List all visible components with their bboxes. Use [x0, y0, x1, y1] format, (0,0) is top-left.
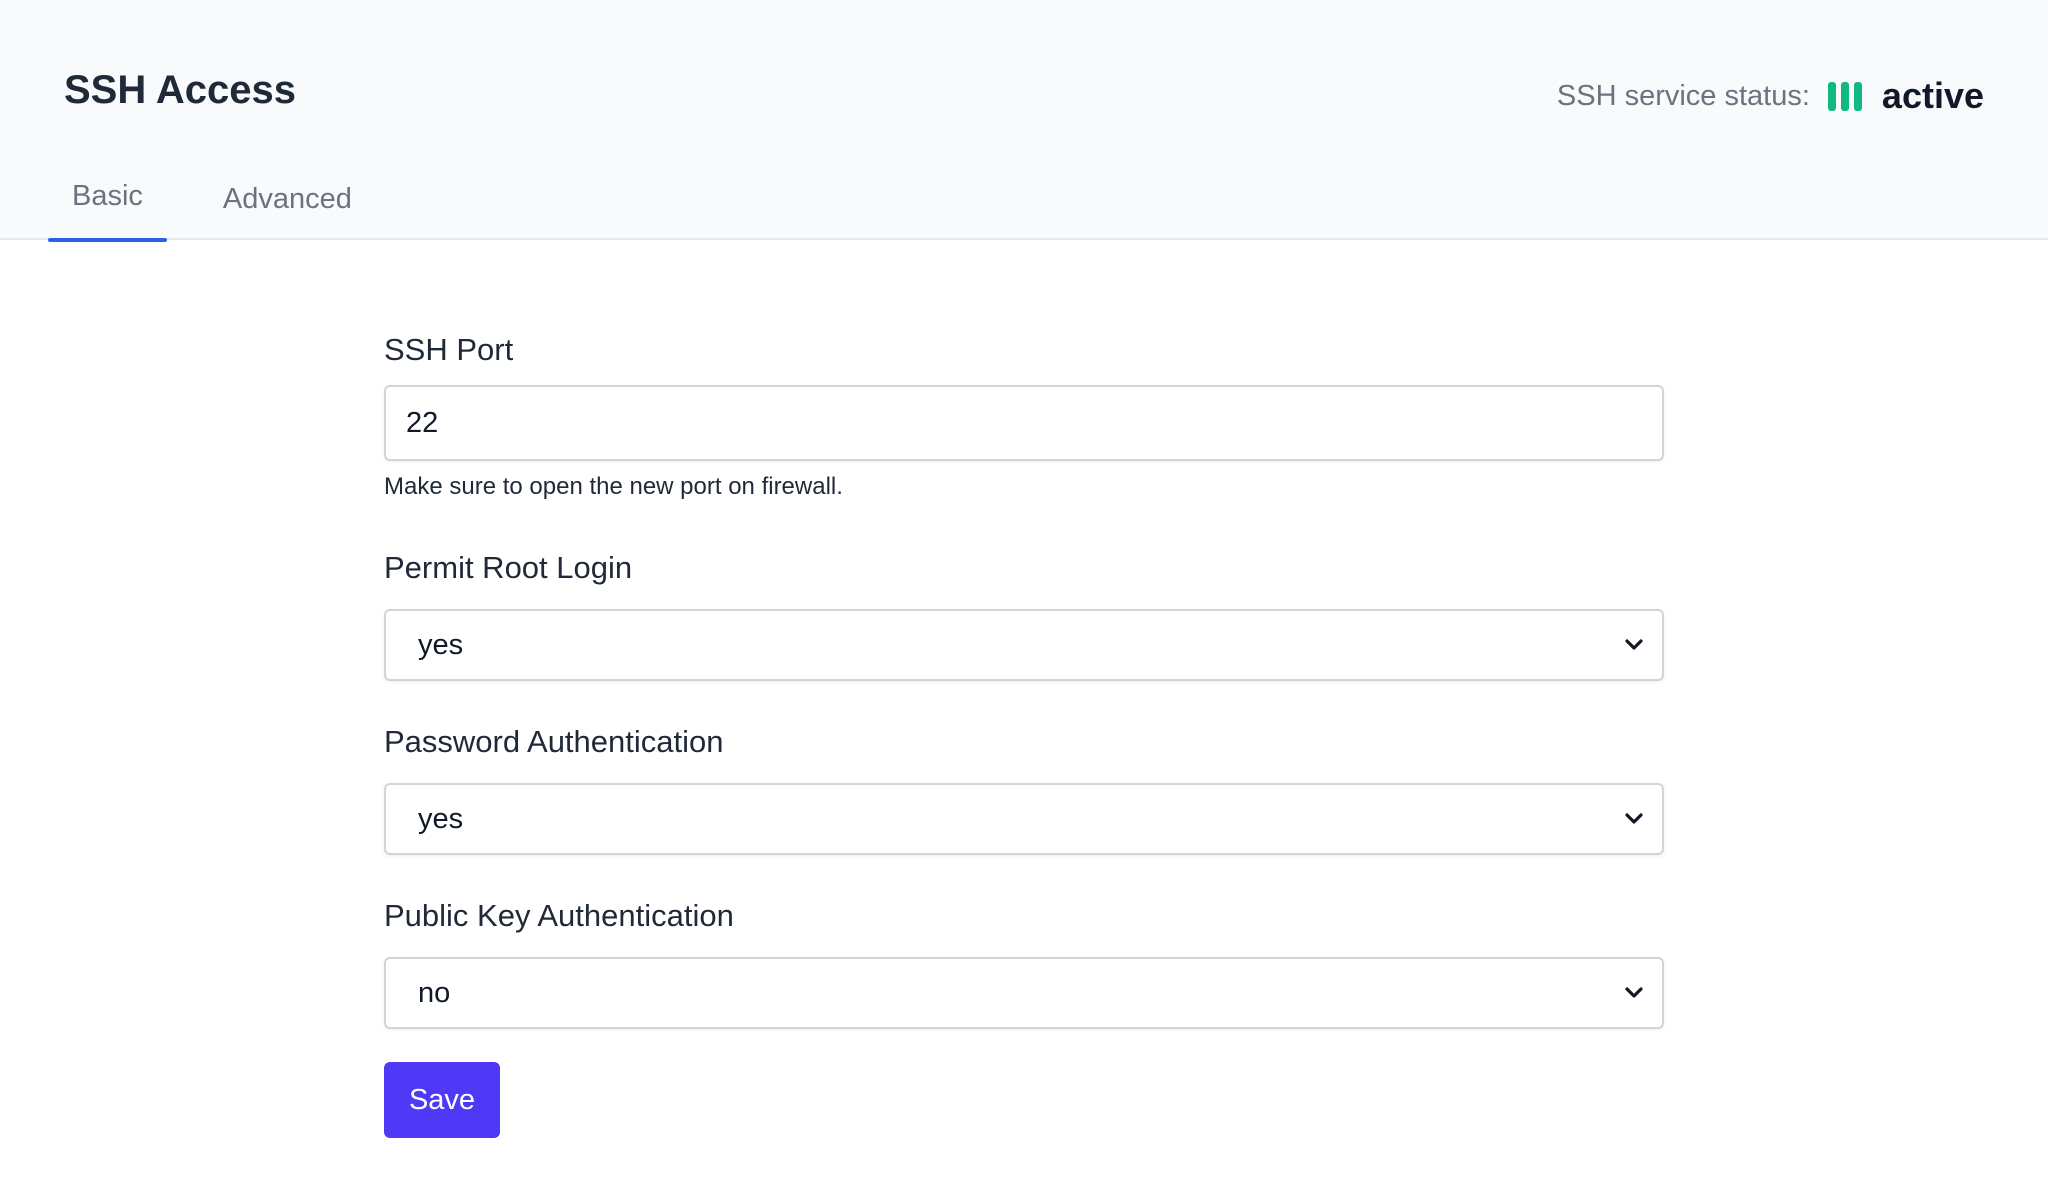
password-authentication-select[interactable]: yes	[384, 783, 1664, 855]
permit-root-login-label: Permit Root Login	[384, 550, 633, 585]
status-badge: active	[1881, 75, 1984, 116]
password-authentication-value: yes	[418, 803, 464, 835]
signal-bars-icon	[1827, 81, 1862, 111]
permit-root-login-value: yes	[418, 629, 464, 661]
public-key-authentication-select[interactable]: no	[384, 957, 1664, 1029]
public-key-authentication-label: Public Key Authentication	[384, 898, 734, 933]
permit-root-login-select[interactable]: yes	[384, 609, 1664, 681]
ssh-settings-form: SSH Port Make sure to open the new port …	[384, 330, 1664, 1138]
signal-bar	[1840, 81, 1849, 111]
public-key-authentication-value: no	[418, 977, 451, 1009]
tab-advanced[interactable]: Advanced	[199, 170, 376, 240]
chevron-down-icon	[1625, 813, 1643, 824]
page-title: SSH Access	[64, 68, 296, 112]
ssh-port-help-text: Make sure to open the new port on firewa…	[384, 473, 843, 500]
ssh-port-label: SSH Port	[384, 332, 514, 367]
page-header: SSH Access SSH service status: active Ba…	[0, 0, 2048, 242]
signal-bar	[1853, 81, 1862, 111]
signal-bar	[1827, 81, 1836, 111]
chevron-down-icon	[1625, 987, 1643, 998]
status-label: SSH service status:	[1556, 79, 1810, 112]
save-button[interactable]: Save	[384, 1062, 500, 1138]
chevron-down-icon	[1625, 639, 1643, 650]
ssh-port-input[interactable]	[384, 385, 1664, 461]
password-authentication-label: Password Authentication	[384, 724, 724, 759]
tab-basic[interactable]: Basic	[48, 170, 167, 242]
service-status: SSH service status: active	[1557, 72, 1984, 120]
tab-bar: Basic Advanced	[48, 170, 376, 242]
